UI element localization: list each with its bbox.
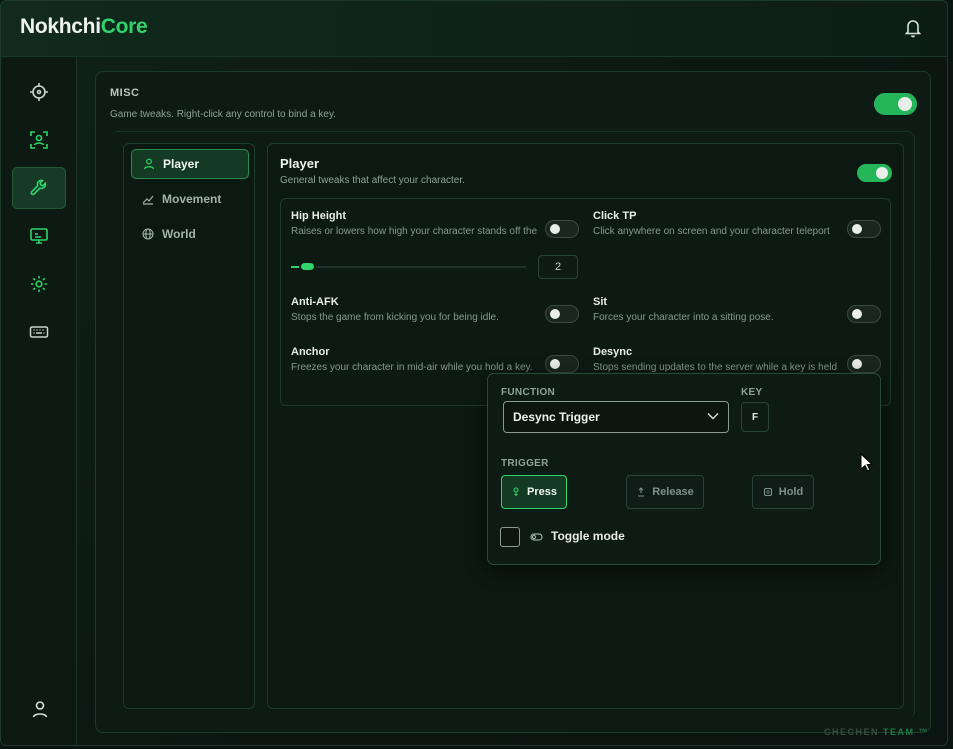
trigger-label: TRIGGER — [501, 458, 549, 469]
function-value: Desync Trigger — [513, 410, 600, 424]
trigger-release-button[interactable]: Release — [626, 475, 704, 509]
release-icon — [638, 487, 645, 497]
toggle-mode-checkbox[interactable] — [500, 527, 520, 547]
toggle-knob — [550, 309, 560, 319]
trigger-hold-button[interactable]: Hold — [752, 475, 814, 509]
watermark: CHECHEN TEAM ™ — [823, 727, 929, 737]
user-icon[interactable] — [30, 699, 50, 719]
player-toggle[interactable] — [857, 164, 892, 182]
click-tp-desc: Click anywhere on screen and your charac… — [593, 226, 830, 237]
nav-visuals[interactable] — [12, 215, 66, 257]
sit-toggle[interactable] — [847, 305, 881, 323]
function-label: FUNCTION — [501, 387, 556, 398]
player-description: General tweaks that affect your characte… — [280, 175, 465, 186]
press-icon — [513, 487, 519, 496]
hip-height-desc: Raises or lowers how high your character… — [291, 226, 537, 237]
toggle-knob — [550, 359, 560, 369]
sidebar — [1, 57, 77, 745]
app-logo: NokhchiCore — [20, 15, 148, 38]
toggle-knob — [898, 97, 912, 111]
key-label: KEY — [741, 387, 763, 398]
wrench-icon — [30, 179, 47, 196]
hip-height-slider[interactable] — [291, 266, 526, 268]
app-window: NokhchiCore MISC Game tweaks. Right-clic… — [0, 0, 948, 746]
click-tp-title: Click TP — [593, 210, 637, 222]
anchor-toggle[interactable] — [545, 355, 579, 373]
function-select[interactable]: Desync Trigger — [503, 401, 729, 433]
toggle-mode-label: Toggle mode — [551, 529, 625, 543]
nav-misc[interactable] — [12, 167, 66, 209]
person-icon — [143, 158, 155, 170]
gear-icon — [31, 276, 47, 292]
desync-title: Desync — [593, 346, 633, 358]
nav-focus[interactable] — [12, 119, 66, 161]
misc-toggle[interactable] — [874, 93, 917, 115]
desync-toggle[interactable] — [847, 355, 881, 373]
key-input[interactable]: F — [741, 402, 769, 432]
mouse-cursor-icon — [860, 453, 873, 472]
focus-frame-icon — [30, 131, 48, 149]
player-title: Player — [280, 156, 320, 171]
anti-afk-toggle[interactable] — [545, 305, 579, 323]
toggle-switch-icon — [530, 533, 543, 541]
chevron-down-icon — [707, 413, 719, 420]
category-panel: Player Movement World — [123, 143, 255, 709]
anchor-desc: Freezes your character in mid-air while … — [291, 362, 533, 373]
hip-height-title: Hip Height — [291, 210, 346, 222]
nav-crosshair[interactable] — [12, 71, 66, 113]
top-bar: NokhchiCore — [1, 1, 947, 57]
category-world[interactable]: World — [131, 219, 249, 249]
keybind-popup: FUNCTION Desync Trigger KEY F TRIGGER Pr… — [487, 373, 881, 565]
anchor-title: Anchor — [291, 346, 330, 358]
slider-thumb[interactable] — [299, 261, 316, 272]
sit-title: Sit — [593, 296, 608, 308]
hip-height-value[interactable]: 2 — [538, 255, 578, 279]
globe-icon — [142, 228, 154, 240]
keyboard-icon — [29, 326, 49, 338]
click-tp-toggle[interactable] — [847, 220, 881, 238]
misc-title: MISC — [110, 87, 140, 99]
toggle-knob — [852, 309, 862, 319]
monitor-icon — [30, 228, 48, 244]
category-movement[interactable]: Movement — [131, 184, 249, 214]
category-player[interactable]: Player — [131, 149, 249, 179]
bell-icon[interactable] — [905, 18, 921, 38]
trigger-press-button[interactable]: Press — [501, 475, 567, 509]
trend-icon — [142, 195, 154, 205]
hip-height-toggle[interactable] — [545, 220, 579, 238]
sit-desc: Forces your character into a sitting pos… — [593, 312, 774, 323]
desync-desc: Stops sending updates to the server whil… — [593, 362, 838, 373]
toggle-knob — [852, 224, 862, 234]
toggle-knob — [876, 167, 888, 179]
nav-settings[interactable] — [12, 263, 66, 305]
misc-description: Game tweaks. Right-click any control to … — [110, 109, 337, 120]
toggle-knob — [550, 224, 560, 234]
hold-icon — [763, 487, 772, 497]
nav-keybinds[interactable] — [12, 311, 66, 353]
anti-afk-desc: Stops the game from kicking you for bein… — [291, 312, 499, 323]
toggle-knob — [852, 359, 862, 369]
anti-afk-title: Anti-AFK — [291, 296, 339, 308]
crosshair-icon — [30, 83, 48, 101]
